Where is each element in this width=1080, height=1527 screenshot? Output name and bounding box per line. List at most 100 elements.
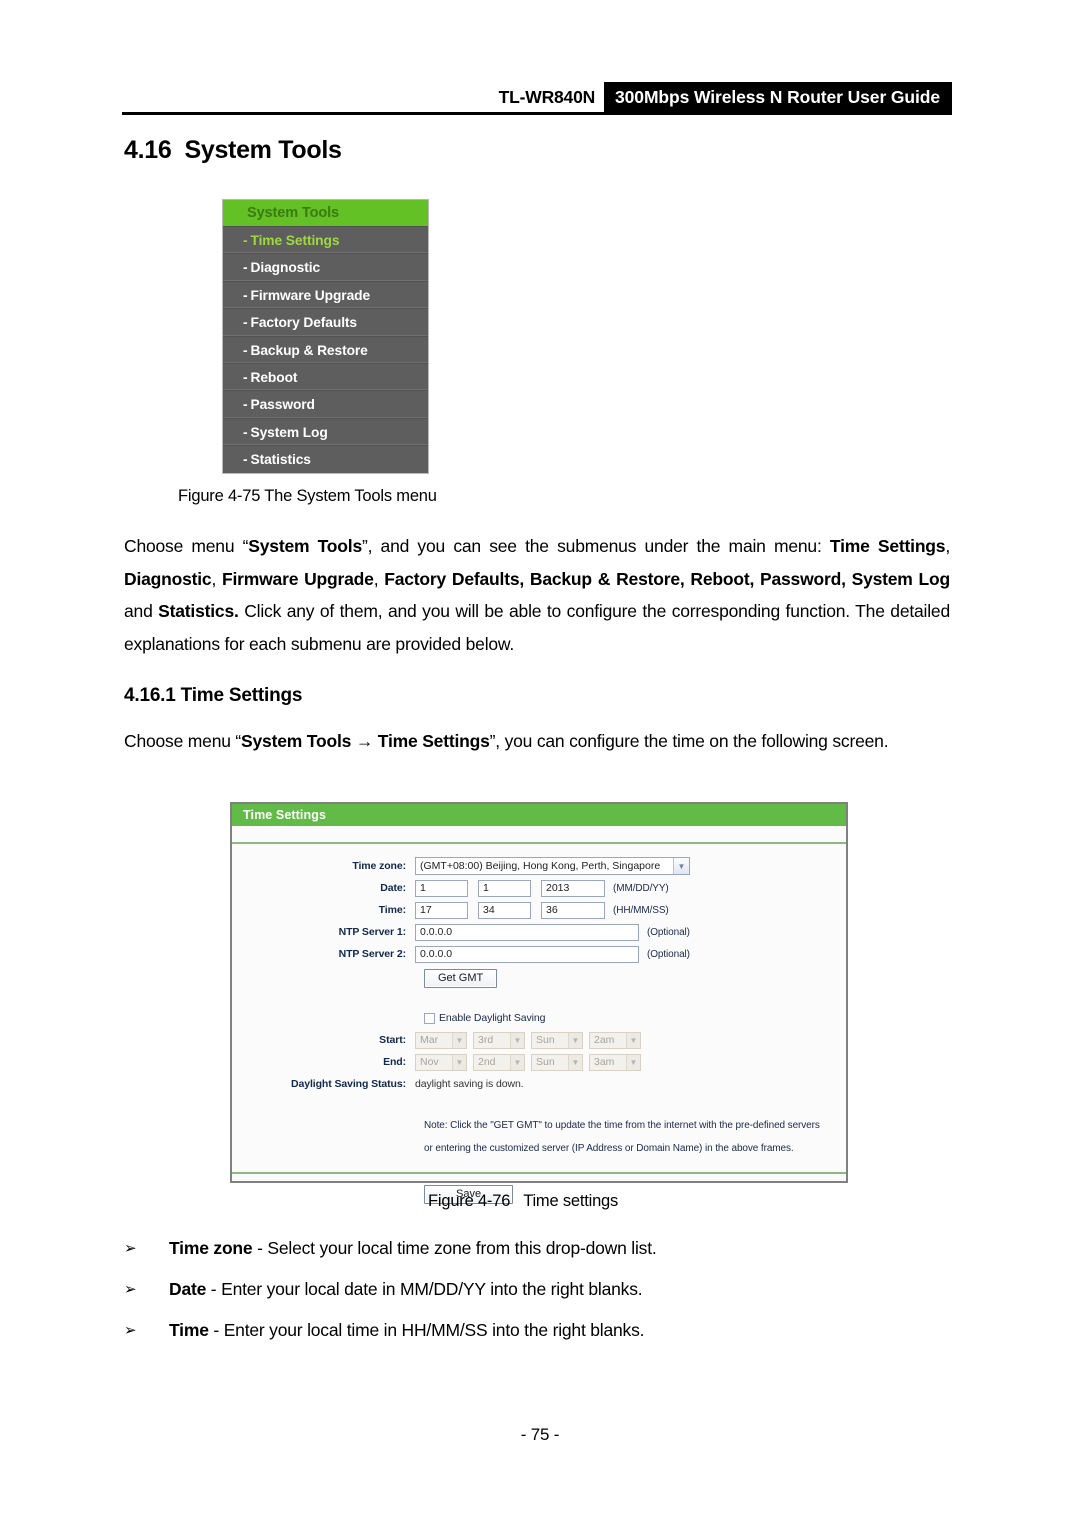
panel-title: Time Settings <box>232 804 846 826</box>
ntp-server-1-hint: (Optional) <box>647 926 690 938</box>
form-row-dst-status: Daylight Saving Status: daylight saving … <box>232 1075 846 1093</box>
list-item: ➢ Date - Enter your local date in MM/DD/… <box>124 1269 954 1310</box>
chevron-down-icon[interactable]: ▼ <box>568 1032 582 1048</box>
dst-start-month-select[interactable]: Mar ▼ <box>415 1031 467 1049</box>
text-run: ”, and you can see the submenus under th… <box>361 536 830 556</box>
date-month-input[interactable] <box>415 879 468 897</box>
subsection-title: 4.16.1 Time Settings <box>124 685 302 707</box>
chevron-down-icon[interactable]: ▼ <box>510 1054 524 1070</box>
menu-item-statistics[interactable]: - Statistics <box>223 445 428 472</box>
dst-end-hour-select[interactable]: 3am ▼ <box>589 1053 641 1071</box>
running-header: TL-WR840N 300Mbps Wireless N Router User… <box>122 82 952 112</box>
time-hour-input[interactable] <box>415 901 468 919</box>
menu-item-label: Firmware Upgrade <box>250 287 371 303</box>
term-label: Date <box>169 1279 207 1299</box>
dst-start-week-select[interactable]: 3rd ▼ <box>473 1031 525 1049</box>
header-title-band: 300Mbps Wireless N Router User Guide <box>604 82 952 112</box>
header-rule <box>122 112 952 115</box>
note-line-1: Note: Click the "GET GMT" to update the … <box>424 1120 820 1131</box>
document-page: TL-WR840N 300Mbps Wireless N Router User… <box>0 0 1080 1527</box>
ntp-server-1-label: NTP Server 1: <box>338 926 406 938</box>
menu-item-backup-restore[interactable]: - Backup & Restore <box>223 335 428 363</box>
form-row-ntp2: NTP Server 2: (Optional) <box>232 945 846 963</box>
time-format-hint: (HH/MM/SS) <box>613 904 669 916</box>
paragraph-system-tools-intro: Choose menu “System Tools”, and you can … <box>124 530 950 660</box>
chevron-down-icon[interactable]: ▼ <box>452 1054 466 1070</box>
menu-item-system-log[interactable]: - System Log <box>223 417 428 446</box>
menu-item-firmware-upgrade[interactable]: - Firmware Upgrade <box>223 280 428 309</box>
text-run: and <box>124 601 159 621</box>
section-title: System Tools <box>184 136 342 164</box>
menu-item-label: Time Settings <box>250 233 340 248</box>
menu-dash: - <box>243 342 248 358</box>
menu-item-time-settings[interactable]: - Time Settings <box>223 226 428 254</box>
arrow-glyph: → <box>355 731 374 751</box>
bullet-arrow-icon: ➢ <box>124 1280 137 1298</box>
menu-dash: - <box>243 397 248 413</box>
menu-item-diagnostic[interactable]: - Diagnostic <box>223 253 428 281</box>
panel-subbar <box>232 826 846 844</box>
timezone-label: Time zone: <box>352 860 406 872</box>
panel-note: Note: Click the "GET GMT" to update the … <box>232 1114 846 1160</box>
time-second-input[interactable] <box>541 901 605 919</box>
chevron-down-icon[interactable]: ▼ <box>510 1032 524 1048</box>
text-bold: Diagnostic <box>124 568 212 589</box>
dst-end-label: End: <box>383 1056 406 1068</box>
section-number: 4.16 <box>124 136 172 164</box>
text-bold: Firmware Upgrade <box>222 568 374 589</box>
form-row-dst-start: Start: Mar ▼ 3rd ▼ Sun ▼ 2am ▼ <box>232 1031 846 1049</box>
bullet-arrow-icon: ➢ <box>124 1239 137 1257</box>
form-row-dst-end: End: Nov ▼ 2nd ▼ Sun ▼ 3am ▼ <box>232 1053 846 1071</box>
timezone-selected-value: (GMT+08:00) Beijing, Hong Kong, Perth, S… <box>420 860 661 872</box>
dst-end-day-select[interactable]: Sun ▼ <box>531 1053 583 1071</box>
time-minute-input[interactable] <box>478 901 531 919</box>
menu-dash: - <box>243 369 248 385</box>
date-format-hint: (MM/DD/YY) <box>613 882 669 894</box>
menu-item-password[interactable]: - Password <box>223 390 428 418</box>
system-tools-menu: System Tools - Time Settings - Diagnostic … <box>222 199 429 474</box>
subsection-number: 4.16.1 <box>124 685 176 706</box>
ntp-server-1-input[interactable] <box>415 923 639 941</box>
text-bold: Statistics. <box>158 601 239 621</box>
menu-item-factory-defaults[interactable]: - Factory Defaults <box>223 308 428 336</box>
time-settings-panel: Time Settings Time zone: (GMT+08:00) Bei… <box>230 802 848 1204</box>
dst-start-day-select[interactable]: Sun ▼ <box>531 1031 583 1049</box>
menu-dash: - <box>243 452 248 468</box>
chevron-down-icon[interactable]: ▼ <box>673 858 689 874</box>
timezone-select[interactable]: (GMT+08:00) Beijing, Hong Kong, Perth, S… <box>415 857 690 875</box>
list-item: ➢ Time - Enter your local time in HH/MM/… <box>124 1310 954 1351</box>
menu-item-label: Password <box>250 397 315 413</box>
dst-end-month-select[interactable]: Nov ▼ <box>415 1053 467 1071</box>
menu-dash: - <box>243 424 248 440</box>
dst-start-hour-select[interactable]: 2am ▼ <box>589 1031 641 1049</box>
menu-dash: - <box>243 260 248 276</box>
get-gmt-button[interactable]: Get GMT <box>424 969 498 988</box>
ntp-server-2-input[interactable] <box>415 945 639 963</box>
chevron-down-icon[interactable]: ▼ <box>626 1032 640 1048</box>
form-row-time: Time: (HH/MM/SS) <box>232 901 846 919</box>
text-run: Click any of them, and you will be able … <box>124 601 950 654</box>
menu-header-system-tools[interactable]: System Tools <box>223 200 428 226</box>
enable-daylight-saving-label: Enable Daylight Saving <box>439 1012 546 1024</box>
date-year-input[interactable] <box>541 879 605 897</box>
text-run: , <box>945 536 951 556</box>
enable-daylight-saving-checkbox[interactable] <box>424 1012 435 1024</box>
subsection-label: Time Settings <box>180 685 303 706</box>
date-day-input[interactable] <box>478 879 531 897</box>
menu-dash: - <box>243 287 248 303</box>
panel-body: Time zone: (GMT+08:00) Beijing, Hong Kon… <box>232 844 846 1204</box>
chevron-down-icon[interactable]: ▼ <box>626 1054 640 1070</box>
chevron-down-icon[interactable]: ▼ <box>452 1032 466 1048</box>
text-run: ”, you can configure the time on the fol… <box>489 731 889 751</box>
form-row-date: Date: (MM/DD/YY) <box>232 879 846 897</box>
date-label: Date: <box>380 882 406 894</box>
menu-item-reboot[interactable]: - Reboot <box>223 362 428 391</box>
dst-end-week-select[interactable]: 2nd ▼ <box>473 1053 525 1071</box>
list-item-text: Time zone - Select your local time zone … <box>169 1228 657 1269</box>
dst-start-day-value: Sun <box>536 1034 555 1046</box>
menu-item-label: Reboot <box>250 369 298 385</box>
form-row-ntp1: NTP Server 1: (Optional) <box>232 923 846 941</box>
list-item-text: Date - Enter your local date in MM/DD/YY… <box>169 1269 643 1310</box>
text-bold: Time Settings <box>829 536 946 556</box>
chevron-down-icon[interactable]: ▼ <box>568 1054 582 1070</box>
